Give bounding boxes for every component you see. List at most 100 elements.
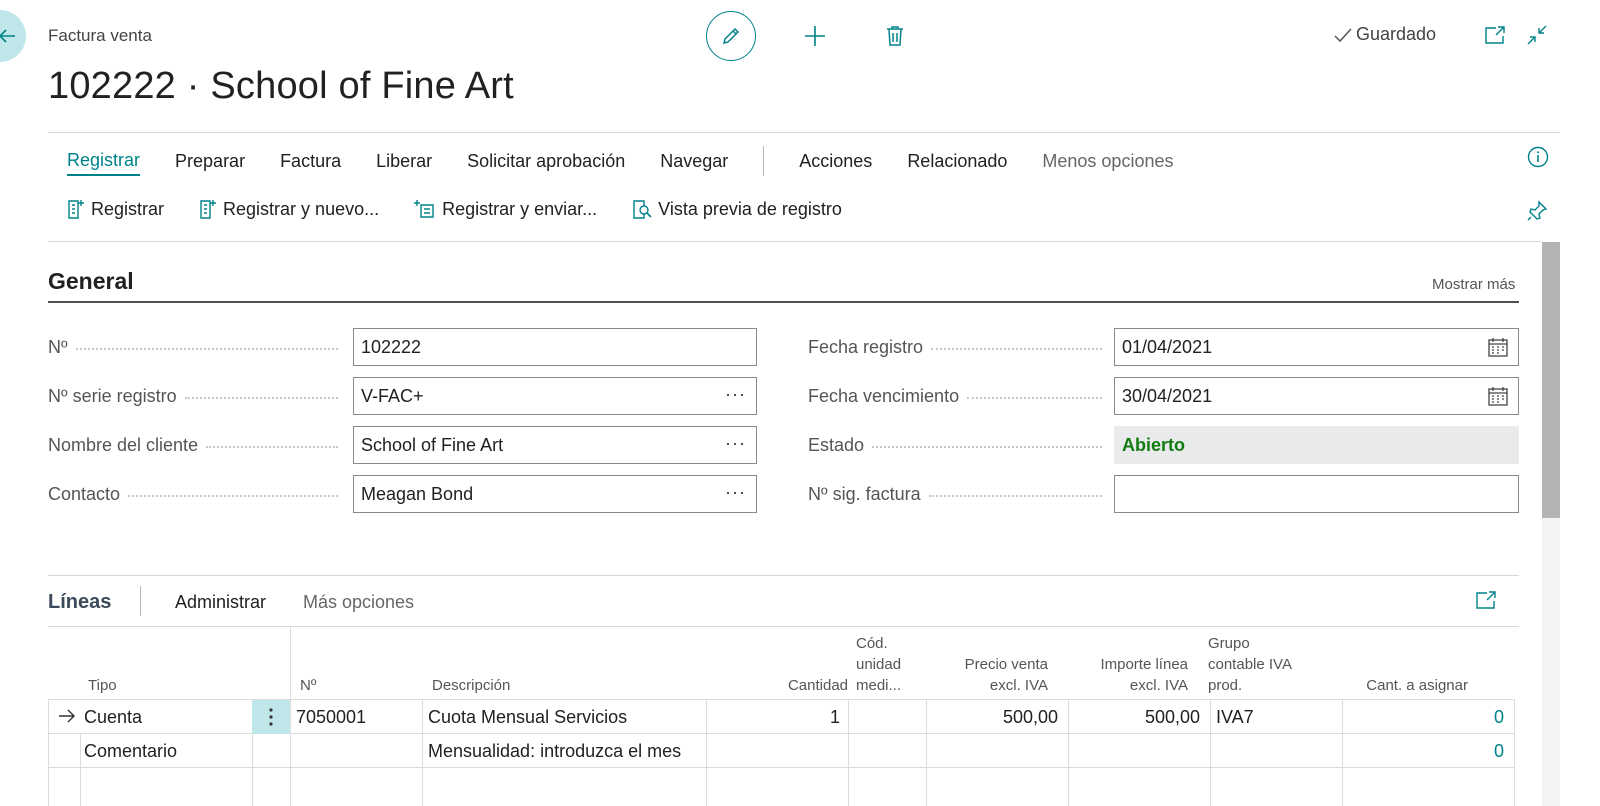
row-descripcion[interactable]: Mensualidad: introduzca el mes [428, 741, 681, 762]
scrollbar-thumb[interactable] [1542, 242, 1560, 518]
lines-more-options[interactable]: Más opciones [303, 592, 414, 613]
row-grupo-iva[interactable]: IVA7 [1216, 707, 1254, 728]
fecha-registro-calendar-button[interactable] [1488, 338, 1508, 362]
col-header-precio-venta[interactable]: Precio venta excl. IVA [928, 654, 1048, 696]
info-icon [1527, 146, 1549, 168]
field-fecha-vencimiento-label: Fecha vencimiento [808, 385, 960, 406]
row-importe[interactable]: 500,00 [1070, 707, 1200, 728]
tab-acciones[interactable]: Acciones [799, 145, 872, 177]
col-header-tipo[interactable]: Tipo [88, 675, 117, 696]
field-no-sig-factura: Nº sig. factura [808, 475, 1110, 513]
estado-value-box: Abierto [1114, 426, 1519, 464]
no-input[interactable]: 102222 [353, 328, 757, 366]
general-section-rule [48, 301, 1519, 303]
field-no: Nº [48, 328, 346, 366]
field-cliente-label: Nombre del cliente [48, 434, 199, 455]
tab-liberar[interactable]: Liberar [376, 145, 432, 177]
lines-manage-menu[interactable]: Administrar [175, 592, 266, 613]
no-serie-input[interactable]: V-FAC+ ··· [353, 377, 757, 415]
vista-previa-action[interactable]: Vista previa de registro [631, 198, 842, 220]
registrar-action[interactable]: Registrar [66, 198, 164, 220]
lines-separator [140, 586, 141, 616]
no-value: 102222 [361, 336, 422, 357]
row-tipo[interactable]: Cuenta [84, 707, 142, 728]
back-button[interactable] [0, 10, 26, 62]
show-more-link[interactable]: Mostrar más [1432, 276, 1515, 293]
tab-factura[interactable]: Factura [280, 145, 341, 177]
fecha-vencimiento-calendar-button[interactable] [1488, 387, 1508, 411]
contacto-lookup-button[interactable]: ··· [725, 482, 746, 503]
post-new-icon [200, 200, 217, 219]
row-actions-button[interactable] [252, 700, 290, 734]
page-title: 102222 · School of Fine Art [48, 65, 514, 107]
row-tipo[interactable]: Comentario [84, 741, 177, 762]
open-in-new-window-icon [1485, 26, 1505, 44]
window-controls [1482, 22, 1566, 48]
col-header-descripcion[interactable]: Descripción [432, 675, 510, 696]
cliente-lookup-button[interactable]: ··· [725, 433, 746, 454]
field-contacto-label: Contacto [48, 483, 121, 504]
edit-button[interactable] [706, 11, 756, 61]
action-menu-bar: Registrar Preparar Factura Liberar Solic… [67, 145, 1208, 177]
field-no-label: Nº [48, 336, 68, 357]
no-serie-lookup-button[interactable]: ··· [725, 384, 746, 405]
field-fecha-registro-label: Fecha registro [808, 336, 924, 357]
lines-header-divider [48, 626, 1519, 627]
col-header-cantidad[interactable]: Cantidad [738, 675, 848, 696]
col-header-importe-line2: excl. IVA [1129, 677, 1188, 694]
pin-button[interactable] [1526, 200, 1548, 227]
registrar-y-enviar-action[interactable]: Registrar y enviar... [413, 199, 597, 220]
col-header-importe-linea[interactable]: Importe línea excl. IVA [1060, 654, 1188, 696]
cliente-input[interactable]: School of Fine Art ··· [353, 426, 757, 464]
cliente-value: School of Fine Art [361, 434, 504, 455]
col-header-no[interactable]: Nº [300, 675, 316, 696]
col-header-cod-unidad[interactable]: Cód. unidad medi... [856, 633, 901, 696]
col-header-cod-unidad-line2: unidad [856, 656, 902, 673]
tab-menos-opciones[interactable]: Menos opciones [1042, 145, 1173, 177]
fecha-registro-value: 01/04/2021 [1122, 336, 1213, 357]
collapse-button[interactable] [1524, 22, 1550, 48]
col-header-precio-line2: excl. IVA [989, 677, 1048, 694]
expand-icon [1476, 591, 1496, 609]
new-button[interactable] [794, 15, 836, 57]
delete-button[interactable] [874, 15, 916, 57]
general-section-title[interactable]: General [48, 268, 134, 295]
lines-top-divider [48, 575, 1519, 576]
registrar-actions: Registrar Registrar y nuevo... Registrar… [66, 198, 876, 220]
row-cant-asignar[interactable]: 0 [1344, 707, 1504, 728]
info-button[interactable] [1527, 146, 1549, 173]
tab-navegar[interactable]: Navegar [660, 145, 728, 177]
col-header-importe-line1: Importe línea [1100, 656, 1188, 673]
col-header-grupo-line1: Grupo [1208, 635, 1250, 652]
registrar-y-nuevo-action[interactable]: Registrar y nuevo... [198, 198, 379, 220]
calendar-icon [1488, 387, 1508, 406]
more-vertical-icon [269, 708, 273, 726]
record-actions [706, 11, 916, 61]
row-cant-asignar[interactable]: 0 [1344, 741, 1504, 762]
tab-relacionado[interactable]: Relacionado [907, 145, 1007, 177]
no-sig-factura-input[interactable] [1114, 475, 1519, 513]
open-new-window-button[interactable] [1482, 22, 1508, 48]
registrar-y-nuevo-label: Registrar y nuevo... [223, 198, 380, 219]
row-cantidad[interactable]: 1 [708, 707, 840, 728]
row-precio[interactable]: 500,00 [928, 707, 1058, 728]
fecha-registro-input[interactable]: 01/04/2021 [1114, 328, 1519, 366]
fecha-vencimiento-input[interactable]: 30/04/2021 [1114, 377, 1519, 415]
field-fecha-registro: Fecha registro [808, 328, 1110, 366]
page-type-caption: Factura venta [48, 26, 152, 45]
field-contacto: Contacto [48, 475, 346, 513]
field-estado-label: Estado [808, 434, 865, 455]
saved-status: Guardado [1334, 24, 1436, 45]
row-no[interactable]: 7050001 [296, 707, 366, 728]
col-header-grupo-iva[interactable]: Grupo contable IVA prod. [1208, 633, 1292, 696]
tab-solicitar-aprobacion[interactable]: Solicitar aprobación [467, 145, 625, 177]
contacto-input[interactable]: Meagan Bond ··· [353, 475, 757, 513]
col-header-cant-asignar[interactable]: Cant. a asignar [1338, 675, 1468, 696]
plus-icon [805, 26, 825, 46]
tab-registrar[interactable]: Registrar [67, 146, 141, 176]
tab-preparar[interactable]: Preparar [175, 145, 245, 177]
lines-expand-button[interactable] [1476, 591, 1496, 614]
col-header-grupo-line2: contable IVA [1208, 656, 1292, 673]
row-descripcion[interactable]: Cuota Mensual Servicios [428, 707, 627, 728]
lines-section-title[interactable]: Líneas [48, 591, 111, 614]
